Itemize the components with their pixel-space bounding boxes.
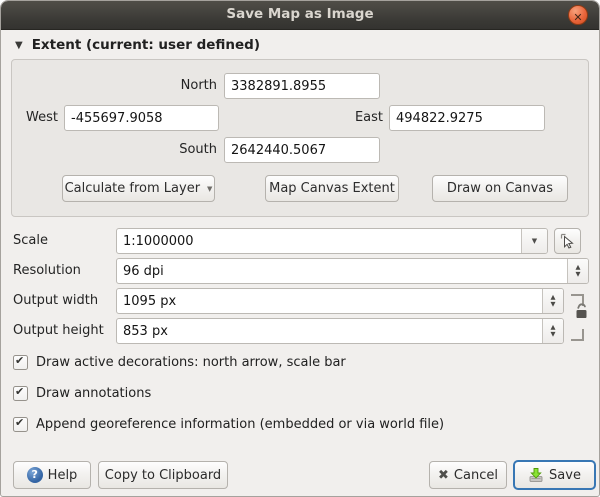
check-icon: ✔	[15, 354, 24, 367]
scale-input[interactable]	[117, 229, 521, 253]
draw-on-canvas-label: Draw on Canvas	[447, 181, 553, 196]
scale-dropdown-button[interactable]: ▼	[521, 229, 547, 253]
save-icon	[528, 467, 544, 483]
draw-decorations-label: Draw active decorations: north arrow, sc…	[36, 355, 346, 370]
spin-down-icon: ▼	[551, 301, 556, 308]
calculate-from-layer-label: Calculate from Layer	[65, 181, 200, 196]
resolution-label: Resolution	[13, 258, 81, 284]
append-georeference-checkbox[interactable]: ✔	[13, 417, 28, 432]
resolution-spin-buttons[interactable]: ▲ ▼	[567, 259, 588, 283]
extent-groupbox: North West East South Calculate from Lay…	[11, 59, 589, 217]
check-icon: ✔	[15, 385, 24, 398]
map-canvas-extent-label: Map Canvas Extent	[269, 181, 395, 196]
output-width-label: Output width	[13, 288, 98, 314]
calculate-from-layer-button[interactable]: Calculate from Layer ▼	[62, 175, 215, 202]
draw-annotations-checkbox[interactable]: ✔	[13, 386, 28, 401]
spin-down-icon: ▼	[551, 331, 556, 338]
extent-group-title: Extent (current: user defined)	[32, 37, 260, 53]
check-icon: ✔	[15, 416, 24, 429]
spin-down-icon: ▼	[576, 271, 581, 278]
copy-to-clipboard-label: Copy to Clipboard	[105, 468, 221, 483]
map-canvas-extent-button[interactable]: Map Canvas Extent	[265, 175, 399, 202]
unlocked-padlock-icon[interactable]	[572, 301, 592, 323]
set-scale-from-canvas-button[interactable]	[554, 228, 581, 254]
draw-annotations-label: Draw annotations	[36, 386, 151, 401]
scale-label: Scale	[13, 228, 48, 254]
window-title: Save Map as Image	[1, 6, 599, 22]
close-button[interactable]: ✕	[568, 5, 588, 25]
output-width-spinbox[interactable]: ▲ ▼	[116, 288, 564, 314]
help-label: Help	[48, 468, 78, 483]
titlebar[interactable]: Save Map as Image ✕	[1, 1, 599, 30]
cancel-label: Cancel	[454, 468, 498, 483]
map-cursor-icon	[560, 233, 576, 249]
copy-to-clipboard-button[interactable]: Copy to Clipboard	[98, 461, 228, 489]
cancel-x-icon: ✖	[438, 468, 449, 483]
cancel-button[interactable]: ✖ Cancel	[429, 461, 507, 489]
help-icon: ?	[27, 467, 43, 483]
append-georeference-label: Append georeference information (embedde…	[36, 417, 444, 432]
chevron-down-icon: ▼	[532, 237, 537, 245]
west-label: West	[16, 105, 58, 131]
append-georeference-option[interactable]: ✔ Append georeference information (embed…	[13, 415, 444, 433]
south-label: South	[12, 137, 217, 163]
output-width-input[interactable]	[117, 289, 542, 313]
save-map-as-image-dialog: Save Map as Image ✕ ▼ Extent (current: u…	[0, 0, 600, 497]
output-width-spin-buttons[interactable]: ▲ ▼	[542, 289, 563, 313]
output-height-label: Output height	[13, 318, 104, 344]
draw-on-canvas-button[interactable]: Draw on Canvas	[432, 175, 568, 202]
east-input[interactable]	[389, 105, 545, 131]
draw-annotations-option[interactable]: ✔ Draw annotations	[13, 384, 151, 402]
output-height-input[interactable]	[117, 319, 542, 343]
draw-decorations-option[interactable]: ✔ Draw active decorations: north arrow, …	[13, 353, 346, 371]
link-bracket-bottom	[571, 329, 584, 341]
resolution-spinbox[interactable]: ▲ ▼	[116, 258, 589, 284]
output-height-spinbox[interactable]: ▲ ▼	[116, 318, 564, 344]
save-button[interactable]: Save	[513, 460, 596, 490]
save-label: Save	[549, 468, 581, 483]
close-icon: ✕	[573, 11, 582, 24]
collapse-arrow-icon[interactable]: ▼	[15, 40, 23, 51]
east-label: East	[242, 105, 383, 131]
resolution-input[interactable]	[117, 259, 567, 283]
output-height-spin-buttons[interactable]: ▲ ▼	[542, 319, 563, 343]
draw-decorations-checkbox[interactable]: ✔	[13, 355, 28, 370]
south-input[interactable]	[224, 137, 380, 163]
extent-group-header[interactable]: ▼ Extent (current: user defined)	[15, 37, 260, 53]
help-button[interactable]: ? Help	[13, 461, 91, 489]
north-label: North	[12, 73, 217, 99]
chevron-down-icon: ▼	[207, 185, 212, 193]
west-input[interactable]	[64, 105, 219, 131]
scale-combobox[interactable]: ▼	[116, 228, 548, 254]
north-input[interactable]	[224, 73, 380, 99]
